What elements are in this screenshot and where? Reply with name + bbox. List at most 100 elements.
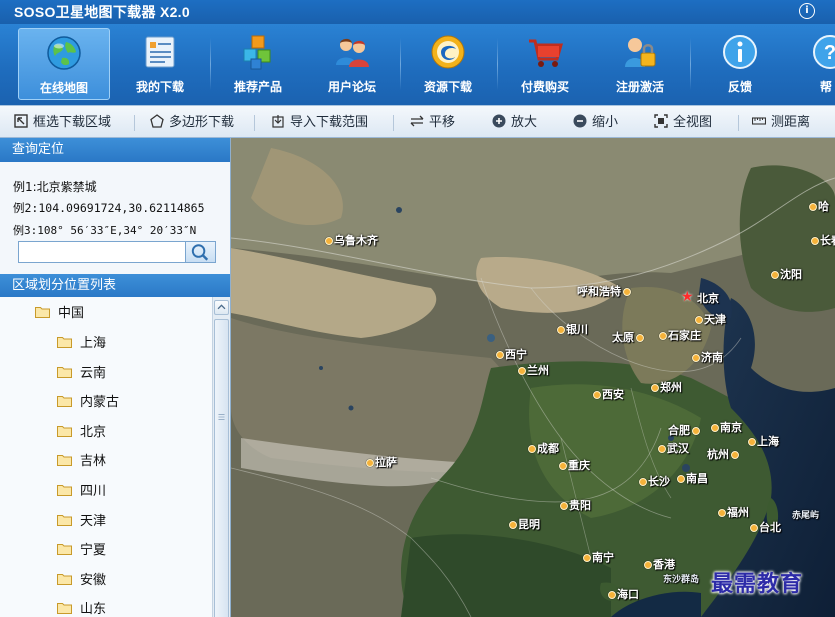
tree-item-province[interactable]: 吉林: [57, 451, 106, 473]
example-1: 例1:北京紫禁城: [13, 180, 97, 194]
city-marker[interactable]: 哈: [809, 198, 829, 214]
tree-item-province[interactable]: 北京: [57, 422, 106, 444]
city-marker[interactable]: 重庆: [559, 457, 590, 473]
city-marker[interactable]: 天津: [695, 311, 726, 327]
city-marker[interactable]: 济南: [692, 349, 723, 365]
toolbar-help[interactable]: ? 帮: [790, 28, 835, 100]
download-list-icon: [145, 36, 175, 68]
toolbar-forum[interactable]: 用户论坛: [306, 28, 398, 100]
city-marker[interactable]: 呼和浩特: [577, 283, 632, 299]
toolbar-label: 推荐产品: [233, 80, 282, 94]
full-view-button[interactable]: 全视图: [654, 106, 712, 139]
city-marker[interactable]: 海口: [608, 586, 639, 602]
tree-item-province[interactable]: 安徽: [57, 570, 106, 592]
scroll-thumb[interactable]: [214, 319, 229, 617]
city-marker[interactable]: 南京: [711, 419, 742, 435]
folder-icon: [57, 574, 72, 585]
toolbar-online-map[interactable]: 在线地图: [18, 28, 110, 100]
folder-icon: [57, 367, 72, 378]
tree-scrollbar[interactable]: [212, 297, 230, 617]
city-marker[interactable]: 长沙: [639, 473, 670, 489]
tree-item-label: 北京: [80, 425, 107, 440]
city-marker[interactable]: 西安: [593, 386, 624, 402]
toolbar-label: 我的下载: [135, 80, 184, 94]
city-marker[interactable]: 上海: [748, 433, 779, 449]
tree-item-province[interactable]: 内蒙古: [57, 392, 119, 414]
zoom-out-button[interactable]: 缩小: [573, 106, 618, 139]
search-icon: [191, 244, 209, 261]
location-search-input[interactable]: [18, 241, 186, 263]
city-marker[interactable]: 成都: [528, 440, 559, 456]
city-marker[interactable]: 南宁: [583, 549, 614, 565]
toolbar-label: 用户论坛: [327, 80, 376, 94]
toolbar-feedback[interactable]: 反馈: [694, 28, 786, 100]
city-marker[interactable]: 拉萨: [366, 454, 397, 470]
sidebar: 查询定位 例1:北京紫禁城 例2:104.09691724,30.6211486…: [0, 138, 231, 617]
city-marker[interactable]: 昆明: [509, 516, 540, 532]
city-marker[interactable]: 武汉: [658, 440, 689, 456]
city-marker[interactable]: 南昌: [677, 470, 708, 486]
select-area-button[interactable]: 框选下载区域: [14, 106, 111, 139]
toolbar-resources[interactable]: 资源下载: [402, 28, 494, 100]
measure-distance-button[interactable]: 测距离: [752, 106, 810, 139]
city-marker[interactable]: 合肥: [668, 422, 701, 438]
scroll-up-button[interactable]: [214, 300, 229, 315]
tree-item-label: 安徽: [80, 573, 107, 588]
toolbar-label: 帮: [820, 80, 833, 94]
capital-star-icon: ★: [681, 289, 694, 305]
tree-item-province[interactable]: 山东: [57, 599, 106, 617]
toolbar-purchase[interactable]: 付费购买: [499, 28, 591, 100]
polygon-download-label: 多边形下载: [169, 115, 235, 130]
tree-root-china[interactable]: 中国: [35, 303, 84, 325]
city-marker[interactable]: 郑州: [651, 379, 682, 395]
toolbar-label: 反馈: [727, 80, 752, 94]
folder-icon: [57, 485, 72, 496]
city-marker-capital[interactable]: 北京: [697, 290, 719, 306]
polygon-download-button[interactable]: 多边形下载: [150, 106, 234, 139]
pan-button[interactable]: 平移: [410, 106, 455, 139]
resource-icon: [431, 35, 465, 69]
zoom-in-button[interactable]: 放大: [492, 106, 537, 139]
tree-item-province[interactable]: 上海: [57, 333, 106, 355]
help-icon: ?: [813, 35, 835, 69]
city-marker[interactable]: 石家庄: [659, 327, 701, 343]
watermark: 最需教育: [711, 571, 804, 597]
tree-item-province[interactable]: 云南: [57, 363, 106, 385]
city-marker[interactable]: 银川: [557, 321, 588, 337]
zoom-in-icon: [492, 114, 506, 128]
tree-item-province[interactable]: 宁夏: [57, 540, 106, 562]
toolbar-register[interactable]: 注册激活: [594, 28, 686, 100]
globe-icon: [47, 36, 81, 70]
city-marker[interactable]: 贵阳: [560, 497, 591, 513]
city-marker[interactable]: 太原: [612, 329, 645, 345]
city-marker[interactable]: 杭州: [707, 446, 740, 462]
folder-icon: [57, 515, 72, 526]
city-marker[interactable]: 香港: [644, 556, 675, 572]
import-range-label: 导入下载范围: [290, 115, 369, 130]
about-icon[interactable]: i: [799, 3, 815, 19]
city-marker[interactable]: 兰州: [518, 362, 549, 378]
toolbar-my-downloads[interactable]: 我的下载: [115, 28, 205, 100]
tree-item-label: 中国: [58, 306, 85, 321]
toolbar-label: 资源下载: [423, 80, 472, 94]
island-label: 东沙群岛: [663, 575, 700, 585]
map-view[interactable]: 乌鲁木齐 哈 长春 沈阳 呼和浩特 ★ 北京 天津 银川 太原 石家庄 西宁 兰…: [231, 138, 835, 617]
city-marker[interactable]: 西宁: [496, 346, 527, 362]
chevron-up-icon: [217, 304, 226, 310]
city-marker[interactable]: 长春: [811, 232, 835, 248]
tree-item-province[interactable]: 天津: [57, 511, 106, 533]
cubes-icon: [243, 35, 271, 70]
city-marker[interactable]: 福州: [718, 504, 749, 520]
city-marker[interactable]: 沈阳: [771, 266, 802, 282]
search-button[interactable]: [185, 241, 216, 263]
city-marker[interactable]: 乌鲁木齐: [325, 232, 378, 248]
toolbar-recommended[interactable]: 推荐产品: [212, 28, 304, 100]
folder-icon: [57, 544, 72, 555]
full-view-label: 全视图: [673, 115, 713, 130]
city-marker[interactable]: 台北: [750, 519, 781, 535]
tree-item-label: 上海: [80, 336, 107, 351]
import-range-button[interactable]: 导入下载范围: [271, 106, 368, 139]
tree-item-province[interactable]: 四川: [57, 481, 106, 503]
measure-distance-label: 测距离: [771, 115, 811, 130]
cart-icon: [529, 39, 563, 67]
